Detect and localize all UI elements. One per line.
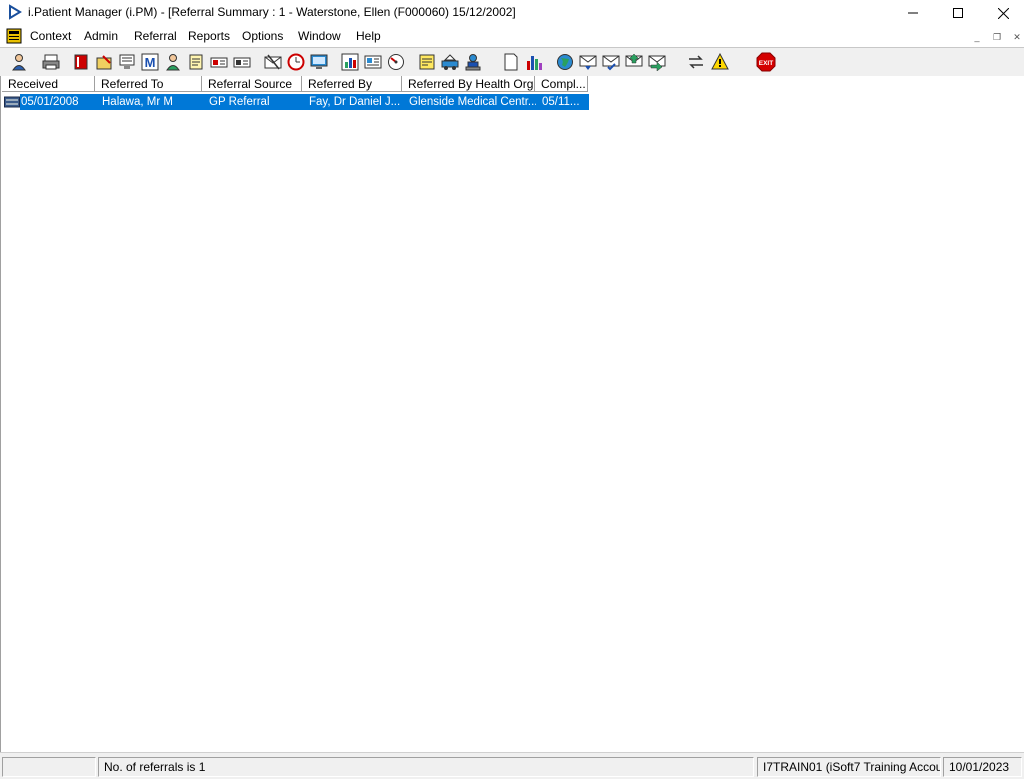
monitor-icon[interactable] bbox=[308, 51, 329, 72]
page-icon[interactable] bbox=[500, 51, 521, 72]
clock-icon[interactable] bbox=[285, 51, 306, 72]
cell-received: 05/01/2008 bbox=[21, 96, 79, 108]
status-date: 10/01/2023 bbox=[943, 757, 1022, 777]
toolbar: M EXIT bbox=[0, 47, 1024, 77]
table-row[interactable]: 05/01/2008 Halawa, Mr M GP Referral Fay,… bbox=[3, 94, 589, 110]
app-play-icon bbox=[9, 4, 22, 20]
document-window-icon[interactable] bbox=[6, 28, 22, 44]
envelope-cross-icon[interactable] bbox=[262, 51, 283, 72]
title-bar: i.Patient Manager (i.PM) - [Referral Sum… bbox=[0, 0, 1024, 26]
cell-health-org: Glenside Medical Centr... bbox=[409, 96, 536, 108]
column-header-completed[interactable]: Compl... bbox=[535, 76, 588, 92]
window-title: i.Patient Manager (i.PM) - [Referral Sum… bbox=[28, 5, 516, 19]
referral-record-icon bbox=[3, 94, 20, 110]
cell-referred-to: Halawa, Mr M bbox=[102, 96, 173, 108]
monitor-list-icon[interactable] bbox=[116, 51, 137, 72]
note-yellow-icon[interactable] bbox=[416, 51, 437, 72]
doctor-icon[interactable] bbox=[162, 51, 183, 72]
minimize-button[interactable] bbox=[890, 0, 936, 26]
maximize-button[interactable] bbox=[935, 0, 981, 26]
menu-reports[interactable]: Reports bbox=[188, 29, 230, 43]
patient-icon[interactable] bbox=[8, 51, 29, 72]
child-restore-icon[interactable]: ❐ bbox=[990, 31, 1004, 43]
menu-bar: Context Admin Referral Reports Options W… bbox=[0, 26, 1024, 47]
gauge-icon[interactable] bbox=[385, 51, 406, 72]
child-minimize-icon[interactable]: _ bbox=[970, 31, 984, 43]
menu-options[interactable]: Options bbox=[242, 29, 283, 43]
print-icon[interactable] bbox=[40, 51, 61, 72]
menu-admin[interactable]: Admin bbox=[84, 29, 118, 43]
status-panel-empty bbox=[2, 757, 96, 777]
warning-icon[interactable] bbox=[709, 51, 730, 72]
inbox-check-icon[interactable] bbox=[600, 51, 621, 72]
cell-completed: 05/11... bbox=[542, 96, 580, 108]
cell-referral-source: GP Referral bbox=[209, 96, 270, 108]
card-icon[interactable] bbox=[362, 51, 383, 72]
menu-context[interactable]: Context bbox=[30, 29, 71, 43]
close-button[interactable] bbox=[980, 0, 1024, 26]
referral-list[interactable]: Received Referred To Referral Source Ref… bbox=[0, 76, 1024, 752]
column-header-referral-source[interactable]: Referral Source bbox=[202, 76, 302, 92]
folder-edit-icon[interactable] bbox=[93, 51, 114, 72]
m-letter-icon[interactable]: M bbox=[139, 51, 160, 72]
column-header-referred-to[interactable]: Referred To bbox=[95, 76, 202, 92]
child-close-icon[interactable]: ✕ bbox=[1010, 31, 1024, 43]
swap-icon[interactable] bbox=[685, 51, 706, 72]
stamp-icon[interactable] bbox=[462, 51, 483, 72]
book-red-icon[interactable] bbox=[70, 51, 91, 72]
ticket-alt-icon[interactable] bbox=[231, 51, 252, 72]
status-account: I7TRAIN01 (iSoft7 Training Account) bbox=[757, 757, 941, 777]
exit-icon: EXIT bbox=[756, 52, 775, 71]
status-bar: No. of referrals is 1 I7TRAIN01 (iSoft7 … bbox=[0, 752, 1024, 779]
ticket-icon[interactable] bbox=[208, 51, 229, 72]
menu-help[interactable]: Help bbox=[356, 29, 381, 43]
inbox-arrow-icon[interactable] bbox=[646, 51, 667, 72]
list-header: Received Referred To Referral Source Ref… bbox=[2, 76, 588, 93]
cell-referred-by: Fay, Dr Daniel J... bbox=[309, 96, 401, 108]
column-header-referred-by[interactable]: Referred By bbox=[302, 76, 402, 92]
inbox-green-icon[interactable] bbox=[623, 51, 644, 72]
exit-button[interactable]: EXIT bbox=[755, 51, 776, 72]
menu-referral[interactable]: Referral bbox=[134, 29, 177, 43]
inbox-icon[interactable] bbox=[577, 51, 598, 72]
maximize-icon bbox=[953, 8, 963, 18]
globe-icon[interactable] bbox=[554, 51, 575, 72]
close-icon bbox=[997, 7, 1009, 19]
menu-window[interactable]: Window bbox=[298, 29, 341, 43]
status-referral-count: No. of referrals is 1 bbox=[98, 757, 754, 777]
selected-row-cells: 05/01/2008 Halawa, Mr M GP Referral Fay,… bbox=[20, 94, 589, 110]
notes-icon[interactable] bbox=[185, 51, 206, 72]
svg-text:M: M bbox=[144, 55, 155, 70]
transfer-icon[interactable] bbox=[439, 51, 460, 72]
minimize-icon bbox=[908, 12, 918, 14]
column-header-received[interactable]: Received bbox=[2, 76, 95, 92]
bar-chart-icon[interactable] bbox=[523, 51, 544, 72]
column-header-health-org[interactable]: Referred By Health Org. bbox=[402, 76, 535, 92]
chart-icon[interactable] bbox=[339, 51, 360, 72]
svg-text:EXIT: EXIT bbox=[758, 60, 772, 67]
